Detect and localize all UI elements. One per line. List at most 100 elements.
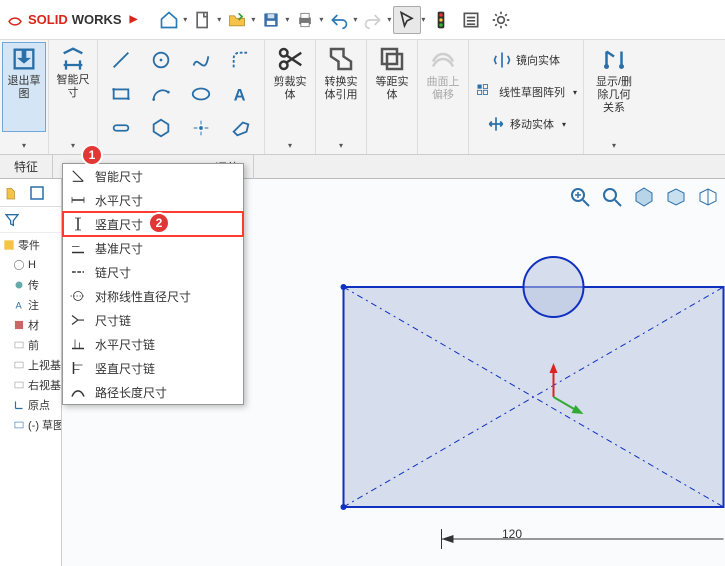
display-relations-label: 显示/删 除几何 关系 bbox=[596, 76, 632, 115]
menu-chain-dim[interactable]: 链尺寸 bbox=[63, 260, 243, 284]
funnel-icon[interactable] bbox=[4, 212, 20, 228]
plane-tool[interactable] bbox=[222, 112, 260, 144]
surface-offset-button: 曲面上 偏移 bbox=[420, 42, 466, 132]
offset-group: 等距实 体 bbox=[367, 40, 418, 154]
circle-tool[interactable] bbox=[142, 44, 180, 76]
print-button[interactable] bbox=[291, 6, 319, 34]
move-label: 移动实体 bbox=[510, 116, 554, 132]
brand-solid: SOLID bbox=[28, 12, 68, 27]
convert-group: 转换实 体引用 ▾ bbox=[316, 40, 367, 154]
arc-tool[interactable] bbox=[142, 78, 180, 110]
callout-2: 2 bbox=[150, 214, 168, 232]
dropdown-arrow-icon[interactable]: ▾ bbox=[353, 15, 357, 24]
smart-dimension-icon bbox=[59, 44, 87, 72]
tree-top-plane[interactable]: 上视基准面 bbox=[0, 355, 61, 375]
dropdown-arrow-icon[interactable]: ▾ bbox=[71, 141, 75, 150]
home-button[interactable] bbox=[155, 6, 183, 34]
undo-button[interactable] bbox=[325, 6, 353, 34]
trim-button[interactable]: 剪裁实 体 bbox=[267, 42, 313, 132]
filter-row bbox=[0, 207, 61, 233]
menu-vertical-ordinate[interactable]: 竖直尺寸链 bbox=[63, 356, 243, 380]
menu-path-length[interactable]: 路径长度尺寸 bbox=[63, 380, 243, 404]
dimension-value[interactable]: 120 bbox=[502, 527, 522, 541]
menu-horizontal-dim[interactable]: 水平尺寸 bbox=[63, 188, 243, 212]
text-tool[interactable]: A bbox=[222, 78, 260, 110]
convert-label: 转换实 体引用 bbox=[325, 76, 358, 102]
convert-entities-button[interactable]: 转换实 体引用 bbox=[318, 42, 364, 132]
tree-right-plane[interactable]: 右视基准面 bbox=[0, 375, 61, 395]
brand-dropdown-icon[interactable]: ▶ bbox=[130, 14, 138, 25]
open-button[interactable] bbox=[223, 6, 251, 34]
menu-baseline-dim[interactable]: 基准尺寸 bbox=[63, 236, 243, 260]
mirror-icon bbox=[492, 50, 512, 70]
dropdown-arrow-icon[interactable]: ▾ bbox=[22, 141, 26, 150]
dropdown-arrow-icon[interactable]: ▾ bbox=[251, 15, 255, 24]
tree-front-plane[interactable]: 前 bbox=[0, 335, 61, 355]
tree-origin[interactable]: 原点 bbox=[0, 395, 61, 415]
surface-offset-icon bbox=[428, 44, 458, 74]
tree-sensor[interactable]: 传 bbox=[0, 275, 61, 295]
dropdown-arrow-icon[interactable]: ▾ bbox=[421, 15, 425, 24]
traffic-light-icon[interactable] bbox=[427, 6, 455, 34]
convert-icon bbox=[326, 44, 356, 74]
dropdown-arrow-icon[interactable]: ▾ bbox=[285, 15, 289, 24]
settings-button[interactable] bbox=[487, 6, 515, 34]
move-button[interactable]: 移动实体 ▾ bbox=[486, 108, 566, 140]
display-relations-button[interactable]: 显示/删 除几何 关系 bbox=[586, 42, 642, 132]
sketch-tools-group: A bbox=[98, 40, 265, 154]
dropdown-arrow-icon[interactable]: ▾ bbox=[612, 141, 616, 150]
exit-sketch-icon bbox=[10, 45, 38, 73]
select-button[interactable] bbox=[393, 6, 421, 34]
tree-sketch1[interactable]: (-) 草图1 bbox=[0, 415, 61, 435]
spline-tool[interactable] bbox=[182, 44, 220, 76]
panel-tabs bbox=[0, 179, 61, 207]
dropdown-arrow-icon[interactable]: ▾ bbox=[387, 15, 391, 24]
dropdown-arrow-icon[interactable]: ▾ bbox=[339, 141, 343, 150]
mirror-label: 镜向实体 bbox=[516, 52, 560, 68]
offset-entities-button[interactable]: 等距实 体 bbox=[369, 42, 415, 132]
tree-history[interactable]: H bbox=[0, 255, 61, 275]
tree-part[interactable]: 零件 bbox=[0, 235, 61, 255]
feature-tree: 零件 H 传 A注 材 前 上视基准面 右视基准面 原点 (-) 草图1 bbox=[0, 233, 61, 437]
surface-offset-group: 曲面上 偏移 bbox=[418, 40, 469, 154]
ellipse-tool[interactable] bbox=[182, 78, 220, 110]
menu-ordinate-dim[interactable]: 尺寸链 bbox=[63, 308, 243, 332]
feature-manager-panel: 零件 H 传 A注 材 前 上视基准面 右视基准面 原点 (-) 草图1 bbox=[0, 179, 62, 566]
feature-tree-tab[interactable] bbox=[2, 182, 24, 204]
display-relations-group: 显示/删 除几何 关系 ▾ bbox=[584, 40, 644, 154]
property-tab[interactable] bbox=[26, 182, 48, 204]
mirror-button[interactable]: 镜向实体 bbox=[492, 44, 560, 76]
smart-dimension-button[interactable]: 智能尺 寸 bbox=[51, 42, 95, 132]
menubar: SOLIDWORKS ▶ ▾ ▾ ▾ ▾ ▾ ▾ ▾ ▾ bbox=[0, 0, 725, 40]
dropdown-arrow-icon[interactable]: ▾ bbox=[217, 15, 221, 24]
svg-text:A: A bbox=[234, 86, 246, 104]
linear-pattern-button[interactable]: 线性草图阵列 ▾ bbox=[475, 76, 577, 108]
rectangle-tool[interactable] bbox=[102, 78, 140, 110]
exit-sketch-label: 退出草 图 bbox=[8, 75, 41, 101]
surface-offset-label: 曲面上 偏移 bbox=[427, 76, 460, 102]
dropdown-arrow-icon[interactable]: ▾ bbox=[319, 15, 323, 24]
list-button[interactable] bbox=[457, 6, 485, 34]
menu-smart-dim[interactable]: 智能尺寸 bbox=[63, 164, 243, 188]
dimension-dropdown-menu: 智能尺寸 水平尺寸 竖直尺寸 基准尺寸 链尺寸 对称线性直径尺寸 尺寸链 水平尺… bbox=[62, 163, 244, 405]
tab-feature[interactable]: 特征 bbox=[0, 155, 53, 178]
tree-annotation[interactable]: A注 bbox=[0, 295, 61, 315]
menu-symmetric-diameter[interactable]: 对称线性直径尺寸 bbox=[63, 284, 243, 308]
tree-material[interactable]: 材 bbox=[0, 315, 61, 335]
dropdown-arrow-icon[interactable]: ▾ bbox=[183, 15, 187, 24]
exit-sketch-button[interactable]: 退出草 图 bbox=[2, 42, 46, 132]
point-tool[interactable] bbox=[182, 112, 220, 144]
menu-horizontal-ordinate[interactable]: 水平尺寸链 bbox=[63, 332, 243, 356]
save-button[interactable] bbox=[257, 6, 285, 34]
dropdown-arrow-icon[interactable]: ▾ bbox=[288, 141, 292, 150]
slot-tool[interactable] bbox=[102, 112, 140, 144]
redo-button[interactable] bbox=[359, 6, 387, 34]
polygon-tool[interactable] bbox=[142, 112, 180, 144]
new-button[interactable] bbox=[189, 6, 217, 34]
smart-dim-label: 智能尺 寸 bbox=[57, 74, 90, 100]
pattern-icon bbox=[475, 82, 495, 102]
linear-pattern-label: 线性草图阵列 bbox=[499, 84, 565, 100]
fillet-tool[interactable] bbox=[222, 44, 260, 76]
line-tool[interactable] bbox=[102, 44, 140, 76]
svg-text:A: A bbox=[16, 301, 23, 311]
